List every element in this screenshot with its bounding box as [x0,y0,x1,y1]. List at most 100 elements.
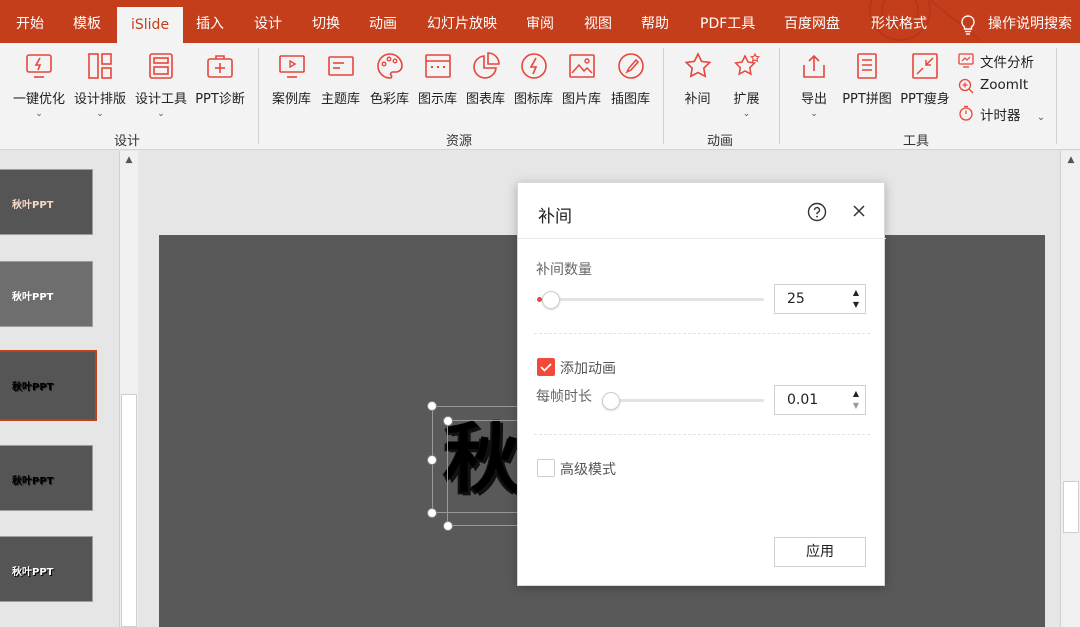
thumbnail-text: 秋叶PPT [12,292,54,303]
ribbon-tab-bar: 开始 模板 iSlide 插入 设计 切换 动画 幻灯片放映 审阅 视图 帮助 … [0,0,1080,43]
stepper-down-icon[interactable]: ▼ [853,300,859,309]
lightning-circle-icon [520,53,547,79]
file-analysis-button[interactable]: 文件分析 [958,51,1034,71]
group-label-resources: 资源 [446,134,473,149]
scroll-up-icon[interactable]: ▲ [120,151,138,169]
tell-me-search[interactable]: 操作说明搜索 [960,0,1072,43]
tab-help[interactable]: 帮助 [641,0,669,43]
slide-thumbnail[interactable]: 秋叶PPT [0,261,93,327]
add-animation-label[interactable]: 添加动画 [560,358,616,378]
tab-animations[interactable]: 动画 [369,0,397,43]
tween-count-stepper[interactable]: 25 ▲ ▼ [774,284,866,314]
thumbnail-text: 秋叶PPT [12,476,54,487]
slide-thumbnail[interactable]: 秋叶PPT [0,445,93,511]
icon-library-label: 图标库 [513,92,553,107]
file-analysis-icon [958,53,974,68]
tween-label: 补间 [684,92,711,107]
export-icon [803,54,825,78]
stepper-down-icon[interactable]: ▼ [853,401,859,410]
thumbnail-text: 秋叶PPT [12,382,54,393]
tab-baidu-netdisk[interactable]: 百度网盘 [784,0,840,43]
theme-icon [327,56,354,76]
slide-thumbnail-panel: 秋叶PPT 秋叶PPT 秋叶PPT 秋叶PPT 秋叶PPT ▲ [0,151,139,627]
design-tools-icon [149,53,173,79]
tab-review[interactable]: 审阅 [526,0,554,43]
tab-islide[interactable]: iSlide [117,7,184,43]
ppt-collage-label: PPT拼图 [842,92,892,107]
frame-duration-slider-handle[interactable] [602,392,620,410]
monitor-lightning-icon [26,54,52,78]
tween-count-slider-track[interactable] [538,298,764,301]
ppt-slim-label: PPT瘦身 [900,92,950,107]
timer-button[interactable]: 计时器 ⌄ [958,104,1045,124]
design-layout-label: 设计排版 [73,92,126,107]
close-icon[interactable] [851,203,867,219]
tab-templates[interactable]: 模板 [73,0,101,43]
resize-handle[interactable] [427,455,437,465]
group-separator [1056,48,1057,144]
timer-icon [959,105,973,121]
image-library-button[interactable]: 图片库 [558,51,605,151]
scroll-up-icon[interactable]: ▲ [1062,151,1080,169]
resize-handle[interactable] [443,521,453,531]
slide-thumbnail[interactable]: 秋叶PPT [0,169,93,235]
tab-shape-format[interactable]: 形状格式 [871,0,927,43]
add-animation-checkbox[interactable] [537,358,555,376]
ppt-collage-button[interactable]: PPT拼图 [838,51,896,151]
tab-slideshow[interactable]: 幻灯片放映 [427,0,497,43]
theme-library-button[interactable]: 主题库 [317,51,364,151]
case-library-button[interactable]: 案例库 [268,51,315,151]
compress-icon [912,53,938,79]
checkmark-icon [540,363,552,372]
icon-library-button[interactable]: 图标库 [510,51,557,151]
diagram-icon [424,54,451,78]
group-separator [779,48,780,144]
resize-handle[interactable] [427,401,437,411]
illustration-library-button[interactable]: 插图库 [607,51,654,151]
slide-thumbnail-selected[interactable]: 秋叶PPT [0,350,97,421]
group-separator [258,48,259,144]
thumbnail-scrollbar[interactable]: ▲ [119,151,138,627]
tab-transitions[interactable]: 切换 [312,0,340,43]
resize-handle[interactable] [427,508,437,518]
stepper-up-icon[interactable]: ▲ [853,389,859,398]
design-tools-label: 设计工具 [134,92,187,107]
color-library-button[interactable]: 色彩库 [366,51,413,151]
chevron-down-icon[interactable]: ⌄ [70,109,130,119]
slide-thumbnail[interactable]: 秋叶PPT [0,536,93,602]
advanced-mode-label[interactable]: 高级模式 [560,459,616,479]
apply-button[interactable]: 应用 [774,537,866,567]
one-click-optimize-button[interactable]: 一键优化 ⌄ [8,51,70,151]
ppt-diagnosis-button[interactable]: PPT诊断 [192,51,248,151]
frame-duration-slider-track[interactable] [606,399,764,402]
brush-icon [617,53,644,79]
tab-design[interactable]: 设计 [254,0,282,43]
export-button[interactable]: 导出 ⌄ [792,51,836,151]
advanced-mode-checkbox[interactable] [537,459,555,477]
chevron-down-icon[interactable]: ⌄ [724,109,769,119]
tab-pdf-tools[interactable]: PDF工具 [700,0,755,43]
zoomit-label: ZoomIt [980,77,1029,93]
zoomit-button[interactable]: ZoomIt [958,77,1029,94]
chevron-down-icon[interactable]: ⌄ [1037,112,1045,123]
section-divider [534,434,870,435]
tween-count-slider-handle[interactable] [542,291,560,309]
scrollbar-thumb[interactable] [1063,481,1079,533]
color-library-label: 色彩库 [369,92,409,107]
tab-insert[interactable]: 插入 [196,0,224,43]
editor-scrollbar[interactable]: ▲ [1060,151,1080,627]
tab-view[interactable]: 视图 [584,0,612,43]
diagram-library-label: 图示库 [417,92,457,107]
medical-kit-icon [207,55,233,78]
tab-home[interactable]: 开始 [16,0,44,43]
resize-handle[interactable] [443,416,453,426]
frame-duration-stepper[interactable]: 0.01 ▲ ▼ [774,385,866,415]
scrollbar-thumb[interactable] [121,394,137,627]
palette-icon [376,53,403,79]
help-icon[interactable] [807,202,827,222]
case-library-label: 案例库 [271,92,311,107]
chevron-down-icon[interactable]: ⌄ [792,109,836,119]
chevron-down-icon[interactable]: ⌄ [8,109,70,119]
chevron-down-icon[interactable]: ⌄ [131,109,191,119]
stepper-up-icon[interactable]: ▲ [853,288,859,297]
